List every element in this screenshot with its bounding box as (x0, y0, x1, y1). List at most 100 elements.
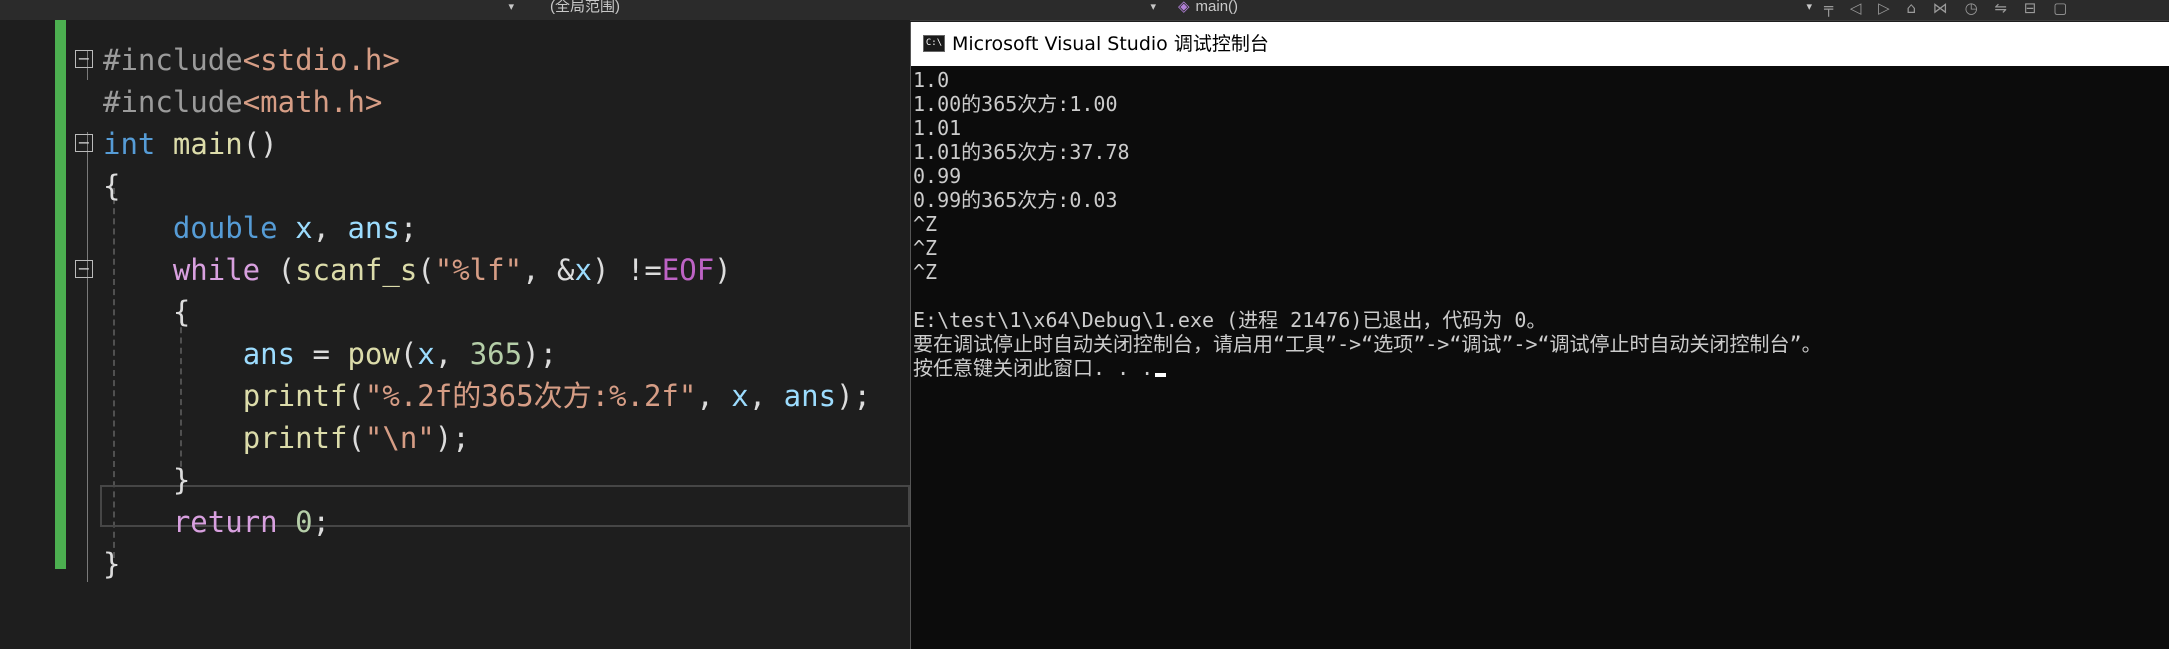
code-line[interactable]: #include<stdio.h> (0, 39, 910, 81)
code-token: } (103, 547, 121, 581)
code-token: ans (347, 211, 400, 245)
project-dropdown[interactable]: ▾ (0, 0, 520, 18)
collapse-icon[interactable]: ⊟ (2024, 0, 2037, 16)
code-token: , (312, 211, 348, 245)
history-icon[interactable]: ◷ (1965, 0, 1978, 16)
console-line: 0.99 (911, 164, 2169, 188)
collapse-toggle-icon[interactable]: − (75, 134, 93, 152)
code-line[interactable]: ans = pow(x, 365); (0, 333, 910, 375)
code-token: ( (347, 421, 365, 455)
text-cursor (1155, 373, 1167, 377)
code-line[interactable]: return 0; (0, 501, 910, 543)
console-line-text: 1.0 (913, 68, 950, 92)
code-line-text: ans = pow(x, 365); (103, 333, 557, 375)
code-token: pow (347, 337, 400, 371)
code-token: () (242, 127, 278, 161)
code-token: 365 (469, 337, 523, 371)
debug-console-window[interactable]: C:\ Microsoft Visual Studio 调试控制台 1.0 1.0… (910, 22, 2169, 649)
collapse-toggle-icon[interactable]: − (75, 50, 93, 68)
code-token: "%.2f的365次方:%.2f" (364, 379, 697, 413)
code-token: = (295, 337, 348, 371)
forward-icon[interactable]: ▷ (1878, 0, 1890, 16)
console-line: E:\test\1\x64\Debug\1.exe (进程 21476)已退出，… (911, 308, 2169, 332)
code-token: x (731, 379, 749, 413)
code-token: <math.h> (242, 85, 383, 119)
code-line-text: #include<math.h> (103, 81, 382, 123)
code-line-text: int main() (103, 123, 278, 165)
console-line: ^Z (911, 260, 2169, 284)
code-token: } (103, 463, 191, 497)
home-icon[interactable]: ⌂ (1906, 0, 1916, 16)
back-icon[interactable]: ◁ (1850, 0, 1862, 16)
console-line: 1.0 (911, 68, 2169, 92)
chevron-down-icon: ▾ (1150, 1, 1156, 13)
console-title-bar[interactable]: C:\ Microsoft Visual Studio 调试控制台 (911, 22, 2169, 66)
console-line-text: 0.99的365次方:0.03 (913, 188, 1118, 212)
member-dropdown[interactable]: ◈ main() ▾ (1170, 0, 1818, 18)
collapse-toggle-icon[interactable]: − (75, 260, 93, 278)
code-token: x (574, 253, 592, 287)
console-line: ^Z (911, 236, 2169, 260)
split-icon[interactable]: ╤ (1824, 0, 1833, 16)
console-line: 1.00的365次方:1.00 (911, 92, 2169, 116)
code-line[interactable]: double x, ans; (0, 207, 910, 249)
code-token: ) (714, 253, 732, 287)
console-line: 按任意键关闭此窗口. . . (911, 356, 2169, 380)
code-line[interactable]: } (0, 543, 910, 585)
code-token: ) != (591, 253, 662, 287)
scope-dropdown[interactable]: (全局范围) ▾ (526, 0, 1162, 18)
scope-dropdown-label: (全局范围) (550, 0, 620, 15)
member-dropdown-label: main() (1195, 0, 1239, 15)
code-token: ans (242, 337, 296, 371)
console-line: 要在调试停止时自动关闭控制台，请启用“工具”->“选项”->“调试”->“调试停… (911, 332, 2169, 356)
code-token: x (417, 337, 435, 371)
code-token: ( (417, 253, 435, 287)
console-line-text: E:\test\1\x64\Debug\1.exe (进程 21476)已退出，… (913, 308, 1547, 332)
code-line-text: return 0; (103, 501, 330, 543)
editor-navigation-bar: ▾ (全局范围) ▾ ◈ main() ▾ ╤ ◁ ▷ ⌂ ⋈ ◷ ⇋ ⊟ ▢ (0, 0, 2169, 21)
sync-icon[interactable]: ⇋ (1994, 0, 2007, 16)
code-token: <stdio.h> (242, 43, 400, 77)
code-line-text: #include<stdio.h> (103, 39, 400, 81)
function-icon: ◈ (1178, 0, 1190, 15)
code-editor[interactable]: #include<stdio.h> #include<math.h> int mai… (0, 20, 910, 649)
code-line[interactable]: { (0, 165, 910, 207)
code-token: "\n" (364, 421, 435, 455)
console-line-text: 0.99 (913, 164, 962, 188)
window-icon[interactable]: ▢ (2053, 0, 2067, 16)
code-line[interactable]: printf("\n"); (0, 417, 910, 459)
console-app-icon: C:\ (923, 35, 945, 52)
code-line[interactable]: while (scanf_s("%lf", &x) !=EOF) (0, 249, 910, 291)
code-line-text: } (103, 459, 190, 501)
console-line-text: 1.01 (913, 116, 962, 140)
code-line[interactable]: { (0, 291, 910, 333)
code-token: , (434, 337, 470, 371)
code-token: ans (783, 379, 837, 413)
vs-icon[interactable]: ⋈ (1933, 0, 1948, 16)
code-line[interactable]: #include<math.h> (0, 81, 910, 123)
code-line-text: { (103, 291, 190, 333)
console-title: Microsoft Visual Studio 调试控制台 (952, 33, 1269, 55)
code-token: { (103, 295, 191, 329)
code-line-text: } (103, 543, 120, 585)
code-token: main (172, 127, 243, 161)
code-token: { (103, 169, 121, 203)
code-line[interactable]: int main() (0, 123, 910, 165)
code-token: #include (103, 43, 243, 77)
code-token: scanf_s (295, 253, 418, 287)
code-line[interactable]: } (0, 459, 910, 501)
code-token: , (696, 379, 732, 413)
code-line[interactable]: printf("%.2f的365次方:%.2f", x, ans); (0, 375, 910, 417)
code-token: x (295, 211, 313, 245)
code-token: int (103, 127, 156, 161)
code-token: while (172, 253, 261, 287)
code-token: ( (260, 253, 296, 287)
console-line-text: 1.00的365次方:1.00 (913, 92, 1118, 116)
